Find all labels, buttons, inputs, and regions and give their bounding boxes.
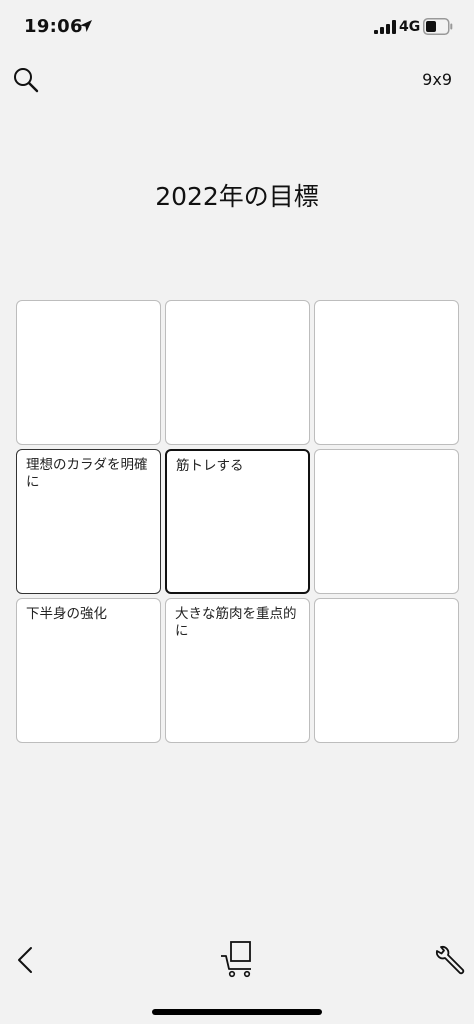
cart-icon[interactable] <box>219 940 255 978</box>
status-bar: 19:06 4G <box>0 0 474 56</box>
goal-cell[interactable] <box>314 449 459 594</box>
battery-icon <box>423 18 453 35</box>
location-arrow-icon <box>80 20 92 32</box>
page-title: 2022年の目標 <box>155 181 319 211</box>
wrench-icon[interactable] <box>433 944 465 976</box>
goal-cell[interactable]: 下半身の強化 <box>16 598 161 743</box>
home-indicator <box>152 1009 322 1015</box>
grid-size-toggle-button[interactable]: 9x9 <box>422 70 452 89</box>
network-type: 4G <box>399 19 421 35</box>
goal-cell[interactable]: 理想のカラダを明確に <box>16 449 161 594</box>
goal-cell[interactable] <box>314 300 459 445</box>
chevron-left-icon[interactable] <box>14 944 38 976</box>
goal-cell[interactable] <box>16 300 161 445</box>
center-goal-cell[interactable]: 筋トレする <box>165 449 310 594</box>
cellular-signal-icon <box>374 20 396 34</box>
goal-grid: 理想のカラダを明確に 筋トレする 下半身の強化 大きな筋肉を重点的に <box>16 300 459 743</box>
status-time: 19:06 <box>24 16 83 37</box>
goal-cell[interactable] <box>165 300 310 445</box>
search-icon[interactable] <box>12 66 40 94</box>
goal-cell[interactable]: 大きな筋肉を重点的に <box>165 598 310 743</box>
goal-cell[interactable] <box>314 598 459 743</box>
